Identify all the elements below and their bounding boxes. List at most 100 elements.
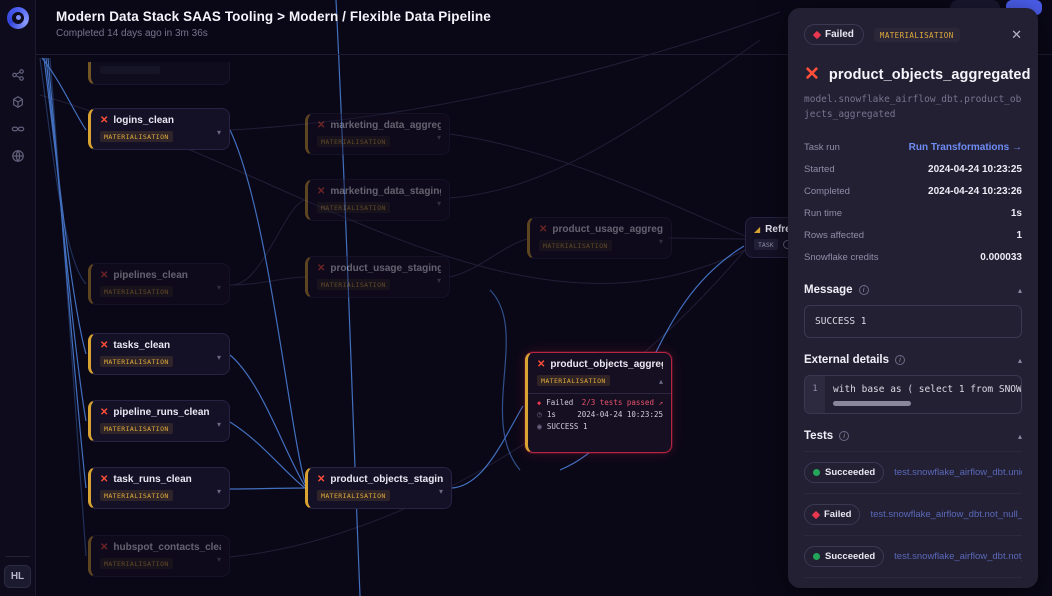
failed-diamond-icon bbox=[812, 511, 820, 519]
external-details-section: External details i ▴ 1 with base as ( se… bbox=[804, 354, 1022, 414]
node-label: product_usage_staging bbox=[330, 263, 441, 274]
chevron-down-icon[interactable]: ▾ bbox=[439, 487, 443, 496]
dbt-icon: ✕ bbox=[100, 543, 108, 553]
chevron-down-icon[interactable]: ▾ bbox=[217, 420, 221, 429]
tests-summary-link[interactable]: 2/3 tests passed ↗ bbox=[582, 398, 663, 407]
node-tasks-clean[interactable]: ✕ tasks_clean MATERIALISATION ▾ bbox=[88, 333, 230, 375]
node-logins-clean[interactable]: ✕ logins_clean MATERIALISATION ▾ bbox=[88, 108, 230, 150]
node-product-objects-aggregated-selected[interactable]: ✕ product_objects_aggregated ▴ MATERIALI… bbox=[525, 352, 672, 453]
pipelines-icon[interactable] bbox=[10, 67, 25, 82]
message-section: Message i ▴ SUCCESS 1 bbox=[804, 284, 1022, 338]
node-divider bbox=[528, 393, 671, 394]
detail-list: Task run Run Transformations → Started 2… bbox=[804, 136, 1022, 268]
node-label: marketing_data_aggregated bbox=[330, 120, 441, 131]
collapse-up-icon[interactable]: ▴ bbox=[1018, 356, 1022, 365]
status-circle-icon: ◉ bbox=[537, 422, 542, 431]
materialisation-badge: MATERIALISATION bbox=[317, 136, 390, 147]
node-marketing-data-aggregated[interactable]: ✕ marketing_data_aggregated MATERIALISAT… bbox=[305, 113, 450, 155]
chevron-down-icon[interactable]: ▾ bbox=[217, 487, 221, 496]
test-link[interactable]: test.snowflake_airflow_dbt.not_null_pr bbox=[870, 509, 1022, 520]
chevron-down-icon[interactable]: ▾ bbox=[217, 353, 221, 362]
node-label: task_runs_clean bbox=[113, 474, 191, 485]
test-row: Failed test.snowflake_airflow_dbt.not_nu… bbox=[804, 494, 1022, 536]
test-link[interactable]: test.snowflake_airflow_dbt.unique_pro bbox=[894, 467, 1022, 478]
test-row: Succeeded test.snowflake_airflow_dbt.uni… bbox=[804, 452, 1022, 494]
materialisation-badge: MATERIALISATION bbox=[100, 356, 173, 367]
node-marketing-data-staging[interactable]: ✕ marketing_data_staging MATERIALISATION… bbox=[305, 179, 450, 221]
materialisation-badge: MATERIALISATION bbox=[100, 558, 173, 569]
dbt-icon: ✕ bbox=[317, 475, 325, 485]
detail-row-completed: Completed 2024-04-24 10:23:26 bbox=[804, 180, 1022, 202]
succeeded-dot-icon bbox=[813, 469, 820, 476]
info-icon[interactable]: i bbox=[839, 431, 849, 441]
sql-code-line: with base as ( select 1 from SNOWFLAKE bbox=[833, 384, 1013, 395]
node-product-objects-staging[interactable]: ✕ product_objects_staging MATERIALISATIO… bbox=[305, 467, 452, 509]
materialisation-badge: MATERIALISATION bbox=[874, 28, 960, 42]
node-label: product_objects_aggregated bbox=[550, 359, 663, 370]
node-runtime: 1s bbox=[547, 410, 556, 419]
chevron-down-icon[interactable]: ▾ bbox=[659, 237, 663, 246]
dbt-icon: ✕ bbox=[317, 121, 325, 131]
succeeded-badge: Succeeded bbox=[804, 462, 884, 483]
task-badge: TASK bbox=[754, 239, 778, 250]
node-label: tasks_clean bbox=[113, 340, 170, 351]
run-transformations-link[interactable]: Run Transformations → bbox=[909, 142, 1022, 153]
materialisation-badge: MATERIALISATION bbox=[100, 490, 173, 501]
node-label: marketing_data_staging bbox=[330, 186, 441, 197]
dbt-icon: ✕ bbox=[539, 225, 547, 235]
dbt-icon: ✕ bbox=[100, 271, 108, 281]
dbt-icon: ✕ bbox=[804, 65, 820, 84]
chevron-down-icon[interactable]: ▾ bbox=[437, 133, 441, 142]
dbt-icon: ✕ bbox=[100, 475, 108, 485]
cube-icon[interactable] bbox=[10, 94, 25, 109]
chevron-down-icon[interactable]: ▾ bbox=[437, 276, 441, 285]
node-pipelines-clean[interactable]: ✕ pipelines_clean MATERIALISATION ▾ bbox=[88, 263, 230, 305]
node-product-usage-aggregated[interactable]: ✕ product_usage_aggregated MATERIALISATI… bbox=[527, 217, 672, 259]
app-logo-icon[interactable] bbox=[7, 7, 29, 29]
dbt-icon: ✕ bbox=[100, 408, 108, 418]
globe-icon[interactable] bbox=[10, 148, 25, 163]
node-hubspot-contacts-clean[interactable]: ✕ hubspot_contacts_clean MATERIALISATION… bbox=[88, 535, 230, 577]
detail-row-task-run: Task run Run Transformations → bbox=[804, 136, 1022, 158]
tests-section: Tests i ▴ Succeeded test.snowflake_airfl… bbox=[804, 430, 1022, 578]
node-label: logins_clean bbox=[113, 115, 174, 126]
node-label: pipeline_runs_clean bbox=[113, 407, 209, 418]
node-label: pipelines_clean bbox=[113, 270, 187, 281]
node-partial-top[interactable] bbox=[88, 62, 230, 85]
failed-diamond-icon bbox=[813, 30, 821, 38]
test-link[interactable]: test.snowflake_airflow_dbt.not_null_pr bbox=[894, 551, 1022, 562]
warning-triangle-icon: ◢ bbox=[754, 225, 760, 234]
link-icon[interactable] bbox=[10, 121, 25, 136]
failed-badge: Failed bbox=[804, 504, 860, 525]
chevron-down-icon[interactable]: ▾ bbox=[217, 555, 221, 564]
failed-status-label: Failed bbox=[825, 29, 854, 40]
chevron-down-icon[interactable]: ▾ bbox=[217, 283, 221, 292]
materialisation-badge: MATERIALISATION bbox=[100, 423, 173, 434]
chevron-down-icon[interactable]: ▾ bbox=[437, 199, 441, 208]
dbt-icon: ✕ bbox=[100, 341, 108, 351]
info-icon[interactable]: i bbox=[895, 355, 905, 365]
run-summary-text: Completed 14 days ago in 3m 36s bbox=[56, 28, 491, 39]
detail-row-run-time: Run time 1s bbox=[804, 202, 1022, 224]
materialisation-badge: MATERIALISATION bbox=[539, 240, 612, 251]
materialisation-badge: MATERIALISATION bbox=[317, 202, 390, 213]
node-pipeline-runs-clean[interactable]: ✕ pipeline_runs_clean MATERIALISATION ▾ bbox=[88, 400, 230, 442]
chevron-down-icon[interactable]: ▾ bbox=[217, 128, 221, 137]
node-product-usage-staging[interactable]: ✕ product_usage_staging MATERIALISATION … bbox=[305, 256, 450, 298]
user-avatar[interactable]: HL bbox=[4, 565, 31, 588]
clock-icon: ◷ bbox=[537, 410, 542, 419]
collapse-up-icon[interactable]: ▴ bbox=[659, 377, 663, 386]
details-panel: Failed MATERIALISATION ✕ ✕ product_objec… bbox=[788, 8, 1038, 588]
materialisation-badge: MATERIALISATION bbox=[537, 375, 610, 386]
sidebar-divider bbox=[6, 556, 30, 557]
dbt-icon: ✕ bbox=[317, 187, 325, 197]
message-content: SUCCESS 1 bbox=[804, 305, 1022, 338]
materialisation-badge: MATERIALISATION bbox=[100, 131, 173, 142]
collapse-up-icon[interactable]: ▴ bbox=[1018, 286, 1022, 295]
horizontal-scrollbar[interactable] bbox=[833, 401, 911, 406]
close-icon[interactable]: ✕ bbox=[1011, 28, 1022, 41]
collapse-up-icon[interactable]: ▴ bbox=[1018, 432, 1022, 441]
info-icon[interactable]: i bbox=[859, 285, 869, 295]
node-task-runs-clean[interactable]: ✕ task_runs_clean MATERIALISATION ▾ bbox=[88, 467, 230, 509]
detail-row-rows-affected: Rows affected 1 bbox=[804, 224, 1022, 246]
